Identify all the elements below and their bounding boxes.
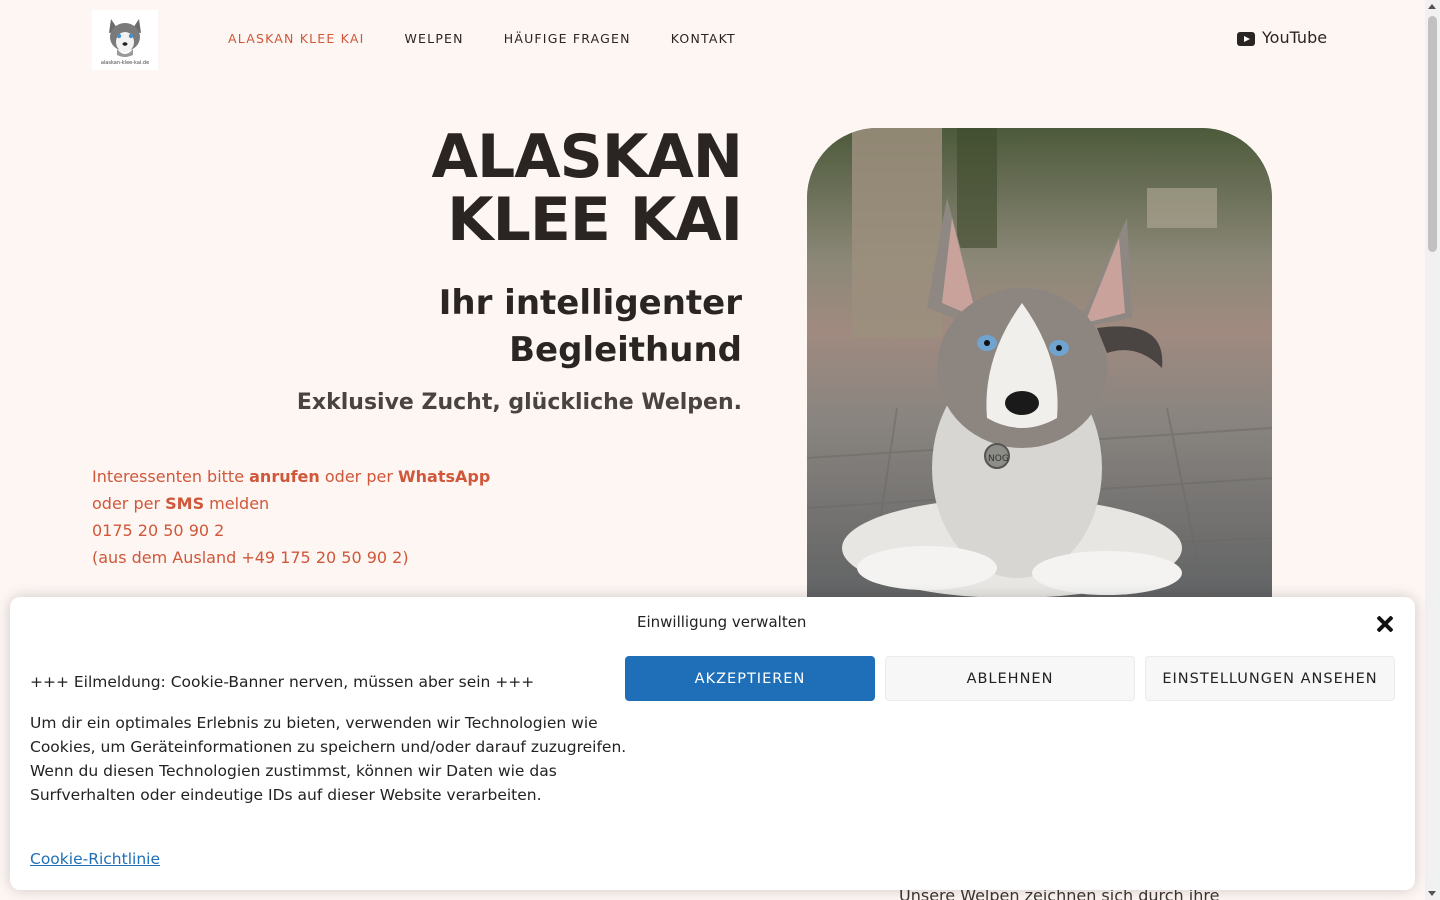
logo-caption: alaskan-klee-kai.de bbox=[100, 59, 150, 66]
hero-tagline: Exklusive Zucht, glückliche Welpen. bbox=[296, 390, 742, 415]
puppy-illustration: NOG bbox=[807, 128, 1272, 608]
accept-button[interactable]: AKZEPTIEREN bbox=[625, 656, 875, 701]
nav-item-alaskan-klee-kai[interactable]: ALASKAN KLEE KAI bbox=[228, 31, 365, 46]
main-navigation: ALASKAN KLEE KAI WELPEN HÄUFIGE FRAGEN K… bbox=[228, 31, 776, 46]
nav-item-kontakt[interactable]: KONTAKT bbox=[671, 31, 736, 46]
contact-phone[interactable]: 0175 20 50 90 2 bbox=[92, 517, 532, 544]
hero-title: ALASKAN KLEE KAI bbox=[242, 126, 743, 255]
hero-title-line-1: ALASKAN bbox=[431, 122, 743, 192]
cookie-consent-banner: Einwilligung verwalten +++ Eilmeldung: C… bbox=[10, 597, 1415, 890]
contact-line-1: Interessenten bitte anrufen oder per Wha… bbox=[92, 463, 532, 490]
youtube-link[interactable]: YouTube bbox=[1237, 28, 1327, 47]
scrollbar-thumb[interactable] bbox=[1428, 16, 1437, 252]
contact-sms: SMS bbox=[165, 494, 205, 513]
contact-info: Interessenten bitte anrufen oder per Wha… bbox=[92, 463, 532, 571]
contact-text: oder per bbox=[92, 494, 166, 513]
cookie-body-text: Um dir ein optimales Erlebnis zu bieten,… bbox=[30, 714, 627, 804]
scroll-down-arrow-icon[interactable] bbox=[1428, 891, 1436, 896]
youtube-icon bbox=[1237, 32, 1255, 46]
husky-logo-icon bbox=[109, 18, 141, 57]
page-scrollbar[interactable] bbox=[1425, 0, 1440, 900]
hero-subtitle-line-2: Begleithund bbox=[509, 330, 742, 370]
contact-text: Interessenten bitte bbox=[92, 467, 250, 486]
hero-subtitle: Ihr intelligenter Begleithund bbox=[342, 280, 742, 374]
contact-phone-abroad: (aus dem Ausland +49 175 20 50 90 2) bbox=[92, 548, 409, 567]
youtube-label: YouTube bbox=[1262, 28, 1328, 47]
scroll-up-arrow-icon[interactable] bbox=[1428, 4, 1436, 9]
hero-title-line-2: KLEE KAI bbox=[447, 185, 743, 255]
deny-button[interactable]: ABLEHNEN bbox=[885, 656, 1135, 701]
contact-text: melden bbox=[204, 494, 270, 513]
contact-line-2: oder per SMS melden bbox=[92, 490, 532, 517]
hero-subtitle-line-1: Ihr intelligenter bbox=[438, 283, 742, 323]
contact-text: oder per bbox=[319, 467, 398, 486]
site-logo[interactable]: alaskan-klee-kai.de bbox=[92, 10, 158, 70]
cookie-banner-title: Einwilligung verwalten bbox=[637, 613, 807, 631]
collar-tag-text: NOG bbox=[988, 454, 1009, 464]
close-icon[interactable] bbox=[1374, 613, 1396, 635]
nav-item-welpen[interactable]: WELPEN bbox=[405, 31, 464, 46]
hero-puppy-photo: NOG bbox=[807, 128, 1272, 608]
cookie-headline: +++ Eilmeldung: Cookie-Banner nerven, mü… bbox=[30, 673, 535, 691]
cookie-policy-link[interactable]: Cookie-Richtlinie bbox=[30, 850, 160, 868]
view-settings-button[interactable]: EINSTELLUNGEN ANSEHEN bbox=[1145, 656, 1395, 701]
contact-call: anrufen bbox=[249, 467, 320, 486]
nav-item-faq[interactable]: HÄUFIGE FRAGEN bbox=[504, 31, 631, 46]
contact-whatsapp: WhatsApp bbox=[398, 467, 491, 486]
